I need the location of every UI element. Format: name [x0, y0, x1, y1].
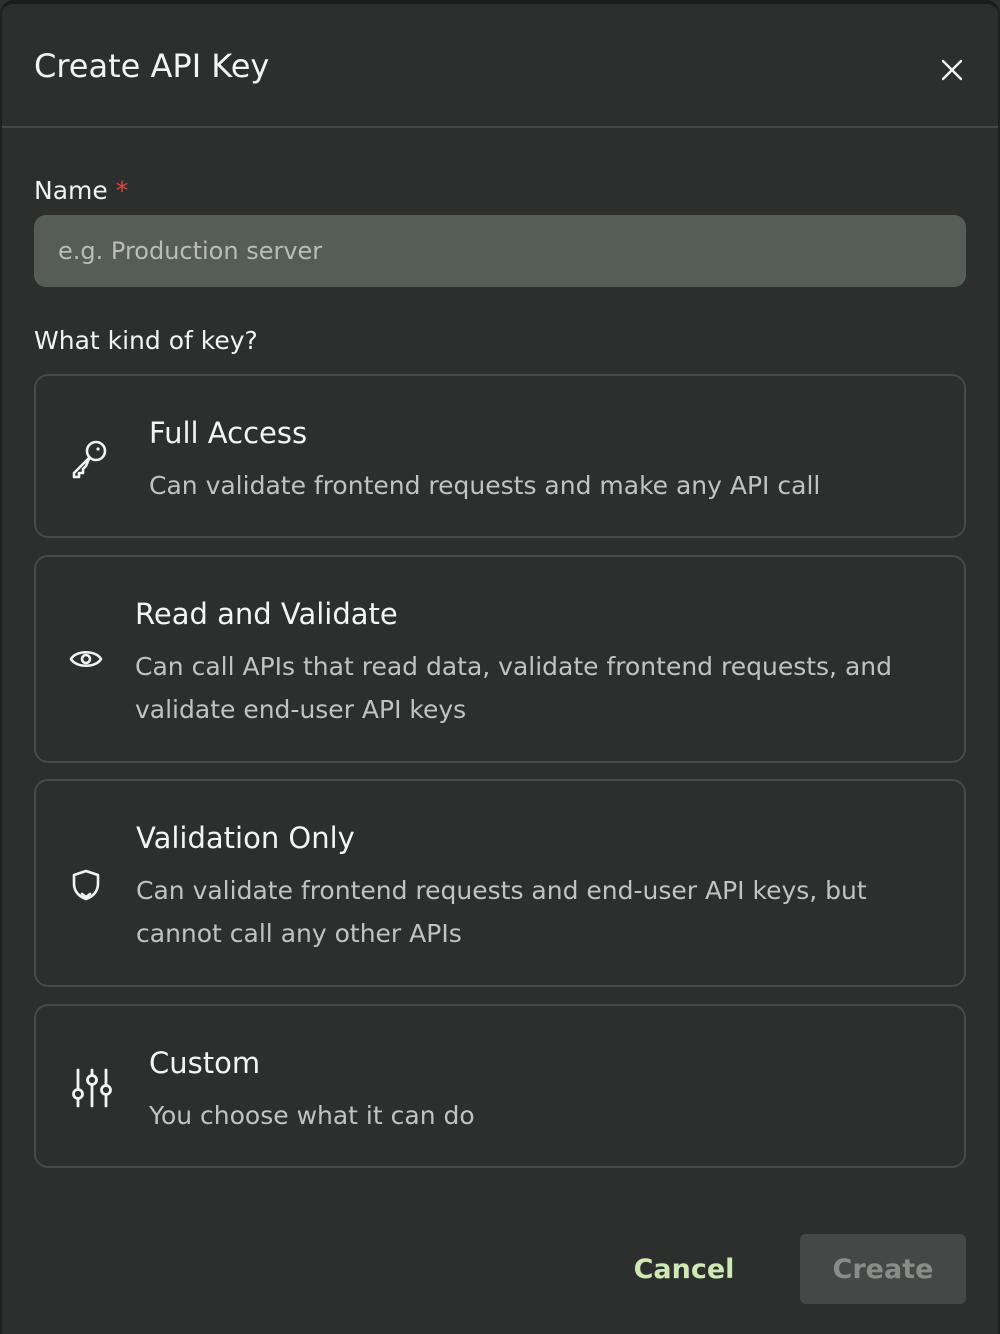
create-button[interactable]: Create [800, 1234, 966, 1304]
dialog-header: Create API Key [2, 4, 998, 128]
dialog-title: Create API Key [34, 47, 270, 85]
name-field-label: Name * [34, 174, 128, 208]
key-option-custom[interactable]: Custom You choose what it can do [34, 1004, 966, 1168]
sliders-icon [70, 1064, 114, 1112]
key-option-validation-only[interactable]: Validation Only Can validate frontend re… [34, 779, 966, 987]
option-description: Can validate frontend requests and make … [149, 471, 821, 500]
option-description: Can validate frontend requests and end-u… [136, 876, 867, 948]
name-input[interactable] [34, 215, 966, 287]
option-description: You choose what it can do [149, 1101, 475, 1130]
option-description: Can call APIs that read data, validate f… [135, 652, 892, 724]
option-title: Custom [149, 1046, 261, 1080]
name-label-text: Name [34, 176, 108, 205]
option-title: Validation Only [136, 821, 355, 855]
required-marker: * [115, 176, 129, 205]
option-title: Full Access [149, 416, 308, 450]
key-option-full-access[interactable]: Full Access Can validate frontend reques… [34, 374, 966, 538]
key-option-read-and-validate[interactable]: Read and Validate Can call APIs that rea… [34, 555, 966, 763]
shield-icon [66, 867, 106, 903]
eye-icon [66, 643, 106, 675]
key-icon [66, 434, 114, 482]
option-title: Read and Validate [135, 597, 398, 631]
key-kind-label: What kind of key? [34, 326, 258, 355]
close-button[interactable] [932, 50, 972, 90]
cancel-button[interactable]: Cancel [614, 1234, 754, 1304]
create-api-key-dialog: Create API Key Name* What kind of key? F… [0, 0, 1000, 1334]
close-icon [941, 59, 963, 81]
